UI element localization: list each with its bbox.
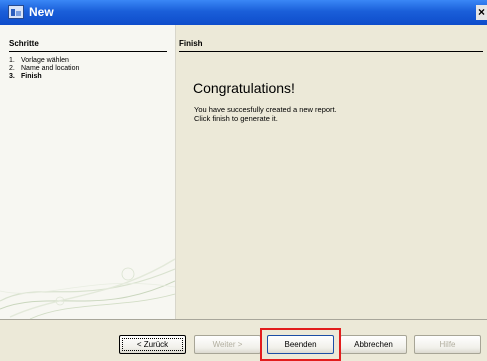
description-line-2: Click finish to generate it. bbox=[194, 114, 278, 123]
cancel-button[interactable]: Abbrechen bbox=[340, 335, 407, 354]
window-title: New bbox=[29, 5, 54, 19]
congratulations-heading: Congratulations! bbox=[193, 80, 295, 96]
step-label: Name and location bbox=[21, 65, 80, 72]
step-number: 2. bbox=[9, 65, 15, 72]
steps-panel: Schritte 1. Vorlage wählen 2. Name and loc… bbox=[0, 25, 175, 319]
decorative-swirl-graphic bbox=[0, 258, 175, 319]
step-item-3-active: 3. Finish bbox=[9, 73, 79, 81]
description-line-1: You have succesfully created a new repor… bbox=[194, 105, 337, 114]
step-number: 3. bbox=[9, 73, 15, 80]
step-number: 1. bbox=[9, 57, 15, 64]
help-button[interactable]: Hilfe bbox=[414, 335, 481, 354]
content-panel: Finish Congratulations! You have succesf… bbox=[176, 25, 487, 319]
finish-button[interactable]: Beenden bbox=[267, 335, 334, 354]
step-item-1: 1. Vorlage wählen bbox=[9, 57, 79, 65]
wizard-window: New × Schritte 1. Vorlage wählen 2. Name a… bbox=[0, 0, 487, 361]
content-divider bbox=[179, 51, 483, 52]
app-icon bbox=[8, 5, 24, 19]
description-text: You have succesfully created a new repor… bbox=[194, 105, 337, 123]
title-bar: New × bbox=[0, 0, 487, 25]
next-button[interactable]: Weiter > bbox=[194, 335, 261, 354]
close-icon[interactable]: × bbox=[476, 5, 487, 20]
button-bar: < Zurück Weiter > Beenden Abbrechen Hilf… bbox=[0, 320, 487, 361]
step-label: Finish bbox=[21, 73, 42, 80]
steps-header: Schritte bbox=[9, 39, 39, 48]
back-button[interactable]: < Zurück bbox=[119, 335, 186, 354]
steps-list: 1. Vorlage wählen 2. Name and location 3. F… bbox=[9, 57, 79, 81]
step-label: Vorlage wählen bbox=[21, 57, 69, 64]
steps-divider bbox=[9, 51, 167, 52]
step-item-2: 2. Name and location bbox=[9, 65, 79, 73]
content-header: Finish bbox=[179, 39, 203, 48]
